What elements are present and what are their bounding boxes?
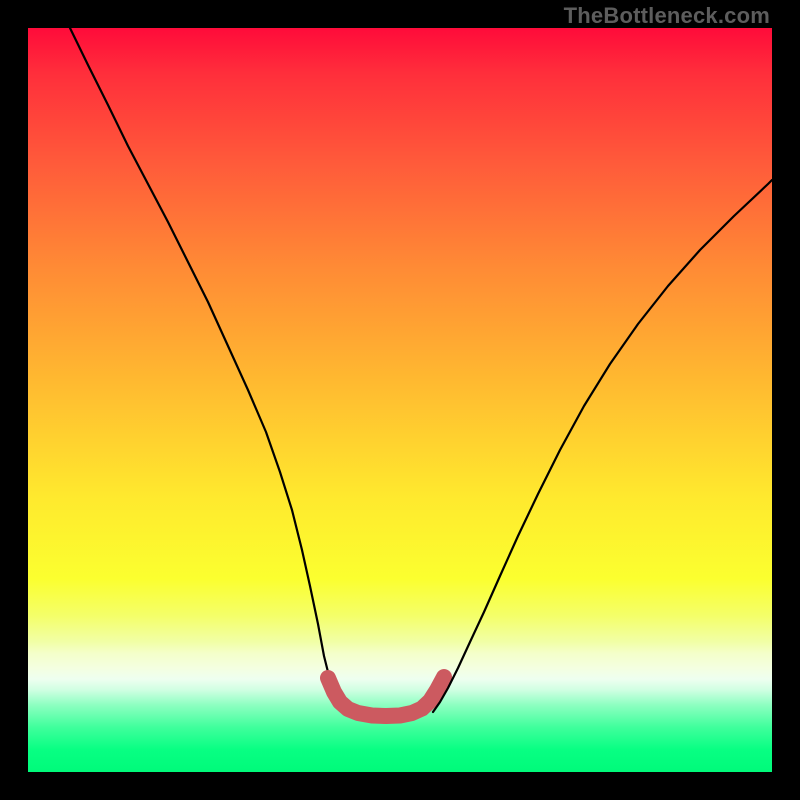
series-right-curve <box>433 180 772 712</box>
series-floor-curve <box>328 677 444 716</box>
curve-layer <box>28 28 772 772</box>
plot-area <box>28 28 772 772</box>
outer-frame: TheBottleneck.com <box>0 0 800 800</box>
watermark-text: TheBottleneck.com <box>564 3 770 29</box>
series-left-curve <box>70 28 343 712</box>
